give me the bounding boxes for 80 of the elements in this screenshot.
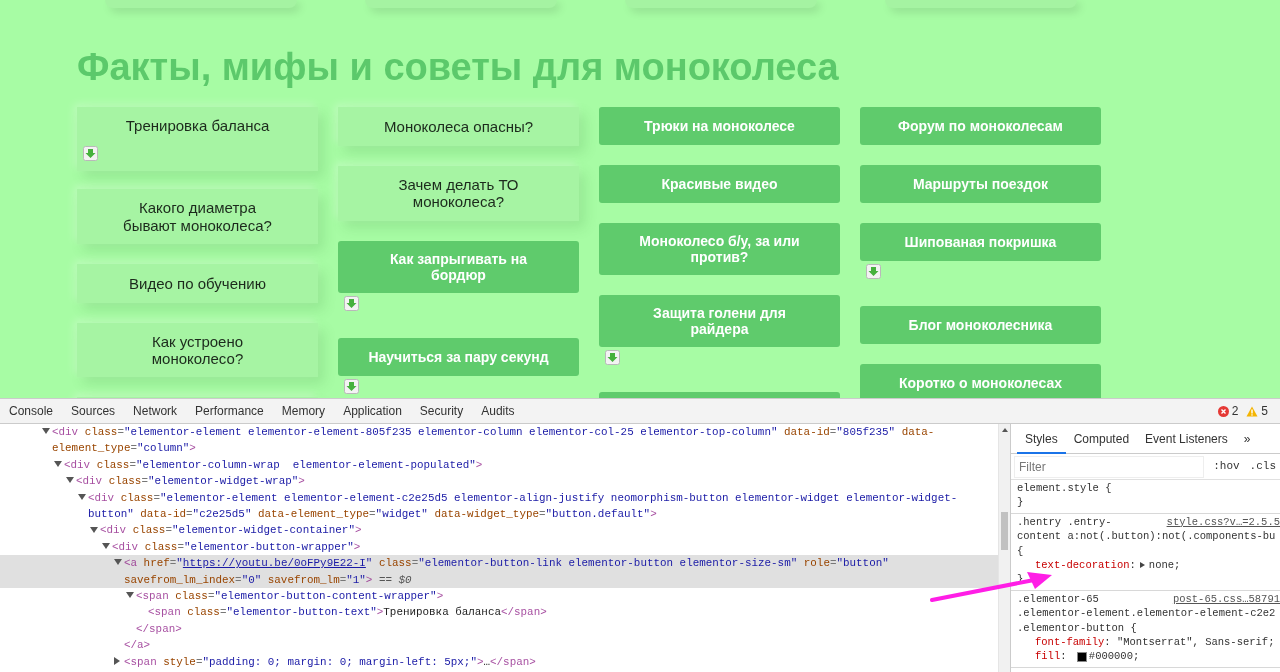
link-button[interactable]: Моноколеса опасны? (338, 107, 579, 146)
css-property: fill (1035, 649, 1061, 664)
css-colon: : (1104, 635, 1111, 650)
expand-arrow-icon[interactable] (78, 493, 88, 500)
dom-node-text: <div class="elementor-element elementor-element-805f235 elementor-column elementor-col-25 elementor-top-column" data-id="805f235" data-element_type="column"> (52, 426, 935, 455)
css-selector: .hentry .entry- (1017, 514, 1112, 530)
link-button[interactable]: Тренировка баланса (77, 107, 318, 172)
dom-row[interactable]: <span style="padding: 0; margin: 0; margin-left: 5px;">…</span> (0, 653, 998, 671)
expand-arrow-icon[interactable] (126, 592, 136, 599)
css-colon: : (1129, 558, 1136, 573)
styles-tab[interactable]: Styles (1017, 424, 1066, 454)
devtools-tab[interactable]: Network (124, 399, 187, 423)
link-button[interactable]: Видео по обучению (77, 263, 318, 303)
filter-field[interactable]: Filter (1015, 456, 1204, 477)
hover-toggle[interactable]: :hov (1213, 458, 1240, 475)
dom-node-text: </span> (136, 622, 182, 635)
source-link[interactable]: post-65.css…58791 (1172, 591, 1280, 607)
scroll-thumb[interactable] (1001, 512, 1008, 550)
css-selector: .elementor-button { (1017, 620, 1138, 636)
devtools-tab[interactable]: Sources (62, 399, 125, 423)
css-selector: .elementor-65 (1017, 591, 1099, 607)
css-property: text-decoration (1035, 558, 1130, 573)
css-brace: } (1017, 495, 1025, 510)
expand-arrow-icon[interactable] (42, 428, 52, 435)
dom-row[interactable]: <span class="elementor-button-content-wrapper"> (0, 588, 998, 605)
link-button[interactable]: Какого диаметра бывают моноколеса? (77, 189, 318, 244)
dom-row[interactable]: <span class="elementor-button-text">Тренировка баланса</span> (0, 604, 998, 621)
dom-node-text: <div class="elementor-widget-container"> (100, 524, 362, 537)
css-value: none; (1148, 558, 1181, 573)
dom-row[interactable]: <div class="elementor-column-wrap elementor-element-populated"> (0, 456, 998, 474)
color-swatch[interactable] (1076, 651, 1087, 662)
dom-row[interactable]: <a href="https://youtu.be/0oFPy9E22-I" class="elementor-button-link elementor-button elementor-size-sm" role="button" savefrom_lm_index="0" savefrom_lm="1"> == $0 (0, 555, 998, 589)
expand-arrow-icon[interactable] (102, 542, 112, 549)
expand-arrow-icon[interactable] (66, 477, 76, 484)
link-button[interactable]: Как устроено моноколесо? (77, 322, 318, 378)
css-value: "Montserrat", Sans-serif; (1116, 635, 1275, 650)
css-colon: : (1060, 649, 1067, 664)
page-heading: Факты, мифы и советы для моноколеса (77, 45, 840, 90)
more-tabs-button[interactable]: » (1235, 424, 1259, 454)
dom-node-text: <a href="https://youtu.be/0oFPy9E22-I" class="elementor-button-link elementor-button elementor-size-sm" role="button" savefrom_lm_index="0" savefrom_lm="1"> == $0 (124, 557, 890, 586)
expand-arrow-icon[interactable] (90, 526, 100, 533)
devtools-tab[interactable]: Application (334, 399, 411, 423)
dom-node-text: <div class="elementor-button-wrapper"> (112, 540, 361, 553)
dom-node-text: <div class="elementor-element elementor-element-c2e25d5 elementor-align-justify neomorphism-button elementor-widget elementor-widget-button" data-id="c2e25d5" data-element_type="widget" data-widget_type="button.default"> (88, 491, 958, 521)
dom-node-text: </a> (124, 639, 151, 652)
expand-arrow-icon[interactable] (54, 460, 64, 467)
dom-node-text: <div class="elementor-column-wrap elementor-element-populated"> (64, 458, 483, 471)
error-icon (1217, 405, 1229, 417)
devtools-tab[interactable]: Audits (472, 399, 524, 423)
source-link[interactable]: style.css?v…=2.5.5 (1166, 514, 1280, 530)
expand-arrow-icon[interactable] (1139, 562, 1145, 569)
css-selector: element.style { (1017, 481, 1113, 496)
link[interactable]: https://youtu.be/0oFPy9E22-I (182, 557, 366, 570)
devtools-tab[interactable]: Memory (272, 399, 335, 423)
expand-arrow-icon[interactable] (114, 559, 124, 566)
error-count: 2 (1231, 403, 1239, 420)
warning-icon (1246, 405, 1259, 417)
class-toggle[interactable]: .cls (1249, 458, 1276, 475)
css-selector: { (1017, 543, 1025, 559)
devtools-tab[interactable]: Console (0, 399, 63, 423)
css-value: #000000; (1088, 649, 1140, 664)
dom-node-text: <span style="padding: 0; margin: 0; margin-left: 5px;">…</span> (124, 655, 536, 668)
scrollbar[interactable] (998, 424, 1010, 672)
dom-row[interactable]: <div class="elementor-element elementor-element-805f235 elementor-column elementor-col-25 elementor-top-column" data-id="805f235" data-element_type="column"> (0, 424, 998, 457)
link-button[interactable]: Зачем делать ТО моноколеса? (338, 166, 579, 221)
dom-row[interactable]: <div class="elementor-button-wrapper"> (0, 538, 998, 556)
warning-count: 5 (1261, 403, 1268, 420)
css-property: font-family (1035, 635, 1105, 650)
dom-row[interactable]: <div class="elementor-widget-container"> (0, 522, 998, 539)
dom-node-text: <span class="elementor-button-content-wrapper"> (136, 590, 444, 603)
dom-node-text: <div class="elementor-widget-wrap"> (76, 475, 305, 488)
scroll-up-icon[interactable] (1001, 428, 1008, 432)
styles-tab[interactable]: Computed (1065, 424, 1138, 454)
devtools-tab[interactable]: Performance (186, 399, 273, 423)
devtools-tab[interactable]: Security (410, 399, 473, 423)
dom-row[interactable]: <div class="elementor-widget-wrap"> (0, 473, 998, 490)
dom-node-text: <span class="elementor-button-text">Тренировка баланса</span> (148, 606, 547, 619)
css-selector: content a:not(.button):not(.components-bu (1017, 529, 1277, 544)
css-selector: .elementor-element.elementor-element-c2e2 (1017, 606, 1277, 621)
styles-tab[interactable]: Event Listeners (1137, 424, 1236, 454)
